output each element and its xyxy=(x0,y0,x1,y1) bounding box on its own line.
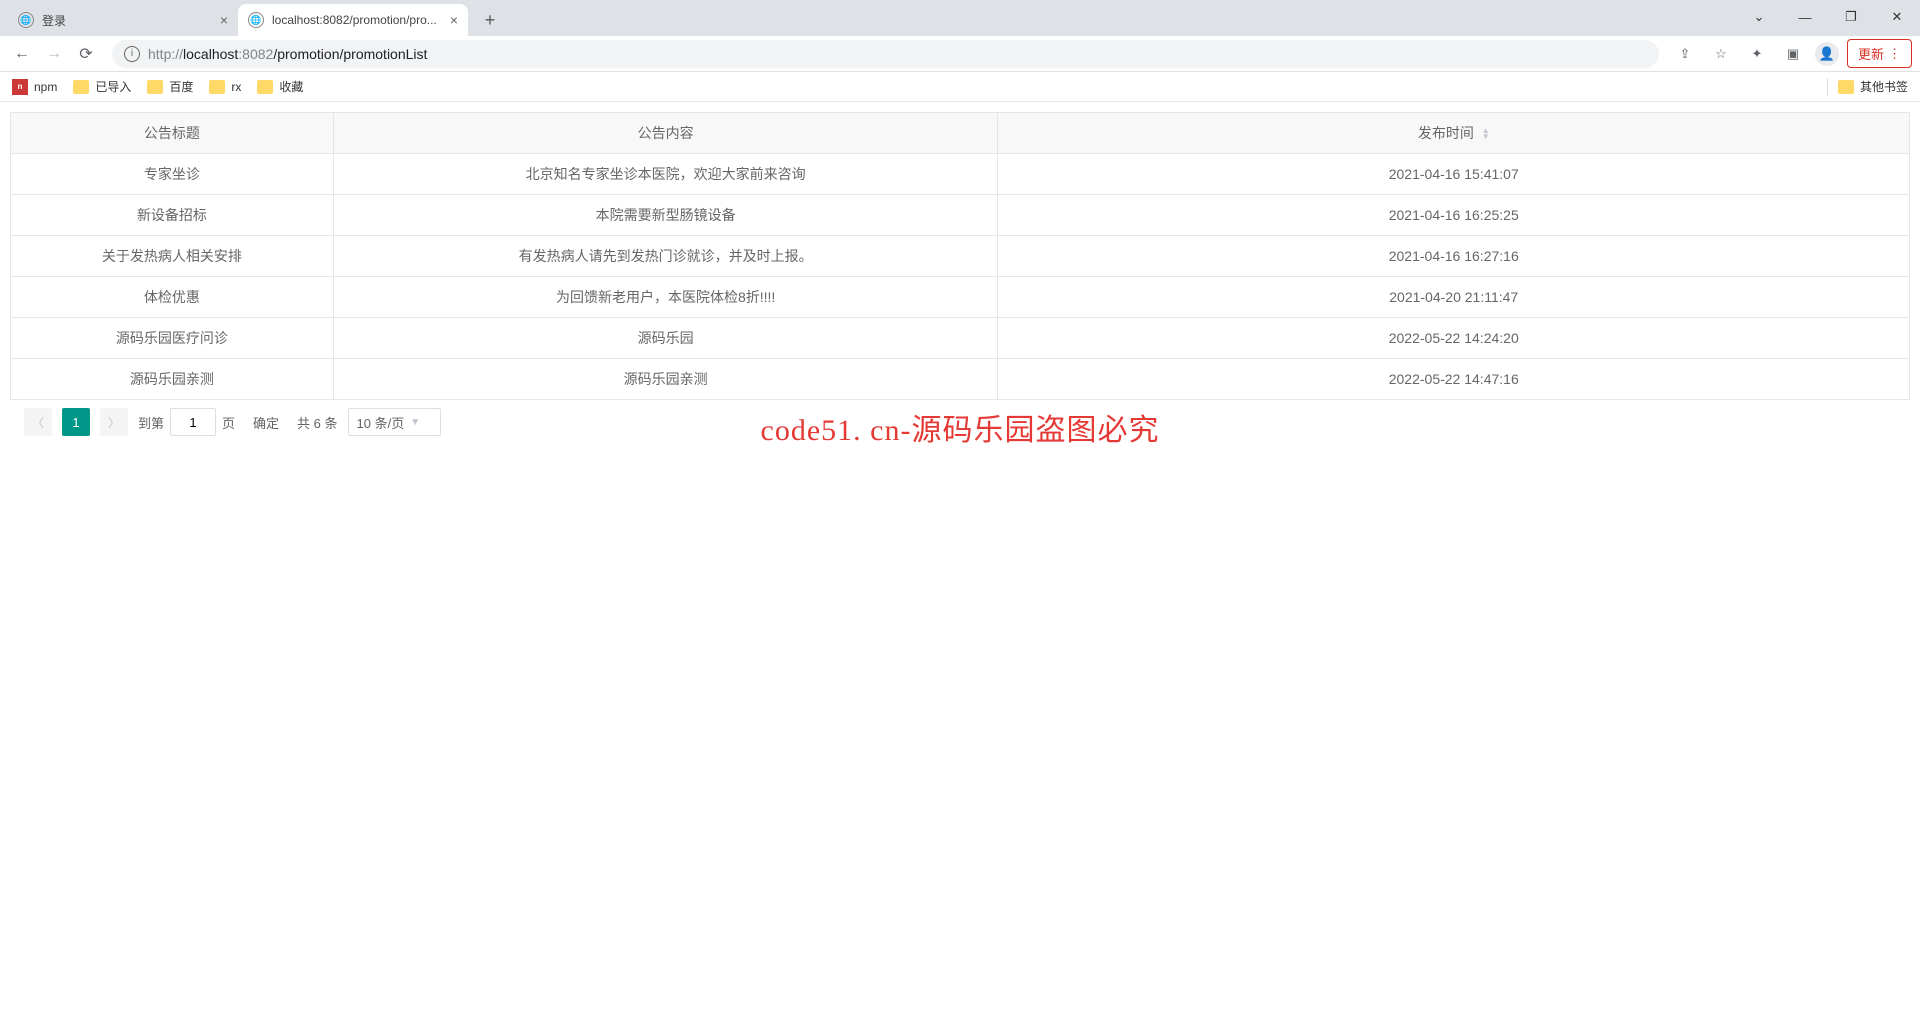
bookmark-label: 已导入 xyxy=(95,78,131,95)
confirm-button[interactable]: 确定 xyxy=(245,409,287,436)
goto-prefix: 到第 xyxy=(138,413,164,432)
new-tab-button[interactable]: + xyxy=(476,6,504,34)
col-title[interactable]: 公告标题 xyxy=(11,113,334,154)
info-icon[interactable]: i xyxy=(124,46,140,62)
cell-time: 2021-04-16 16:27:16 xyxy=(998,236,1910,277)
sort-icon[interactable]: ▲▼ xyxy=(1482,128,1490,140)
close-icon[interactable]: × xyxy=(450,12,458,28)
browser-tab[interactable]: 🌐 登录 × xyxy=(8,4,238,36)
forward-button[interactable]: → xyxy=(40,40,68,68)
share-icon[interactable]: ⇪ xyxy=(1671,40,1699,68)
cell-title: 源码乐园医疗问诊 xyxy=(11,318,334,359)
bookmark-favorites[interactable]: 收藏 xyxy=(257,78,303,95)
separator xyxy=(1827,78,1828,96)
table-row: 体检优惠为回馈新老用户，本医院体检8折!!!!2021-04-20 21:11:… xyxy=(11,277,1910,318)
next-page-button[interactable]: 〉 xyxy=(100,408,128,436)
bookmark-baidu[interactable]: 百度 xyxy=(147,78,193,95)
table-row: 源码乐园亲测源码乐园亲测2022-05-22 14:47:16 xyxy=(11,359,1910,400)
bookmark-npm[interactable]: n npm xyxy=(12,79,57,95)
total-count: 共 6 条 xyxy=(297,413,337,432)
close-icon[interactable]: × xyxy=(220,12,228,28)
bookmarks-bar: n npm 已导入 百度 rx 收藏 其他书签 xyxy=(0,72,1920,102)
cell-title: 新设备招标 xyxy=(11,195,334,236)
bookmark-label: rx xyxy=(231,80,241,94)
cell-title: 源码乐园亲测 xyxy=(11,359,334,400)
page-number[interactable]: 1 xyxy=(62,408,90,436)
col-time[interactable]: 发布时间 ▲▼ xyxy=(998,113,1910,154)
globe-icon: 🌐 xyxy=(18,12,34,28)
cell-content: 源码乐园 xyxy=(333,318,998,359)
sidepanel-icon[interactable]: ▣ xyxy=(1779,40,1807,68)
npm-icon: n xyxy=(12,79,28,95)
cell-content: 有发热病人请先到发热门诊就诊，并及时上报。 xyxy=(333,236,998,277)
tab-title: 登录 xyxy=(42,12,212,29)
cell-time: 2022-05-22 14:47:16 xyxy=(998,359,1910,400)
page-content: 公告标题 公告内容 发布时间 ▲▼ 专家坐诊北京知名专家坐诊本医院，欢迎大家前来… xyxy=(0,102,1920,454)
other-bookmarks[interactable]: 其他书签 xyxy=(1823,78,1908,96)
page-jump: 到第 页 xyxy=(138,408,235,436)
bookmark-rx[interactable]: rx xyxy=(209,80,241,94)
cell-time: 2021-04-20 21:11:47 xyxy=(998,277,1910,318)
globe-icon: 🌐 xyxy=(248,12,264,28)
cell-time: 2022-05-22 14:24:20 xyxy=(998,318,1910,359)
folder-icon xyxy=(209,80,225,94)
folder-icon xyxy=(73,80,89,94)
page-input[interactable] xyxy=(170,408,216,436)
folder-icon xyxy=(257,80,273,94)
table-header-row: 公告标题 公告内容 发布时间 ▲▼ xyxy=(11,113,1910,154)
update-label: 更新 xyxy=(1858,44,1884,63)
table-row: 源码乐园医疗问诊源码乐园2022-05-22 14:24:20 xyxy=(11,318,1910,359)
table-row: 专家坐诊北京知名专家坐诊本医院，欢迎大家前来咨询2021-04-16 15:41… xyxy=(11,154,1910,195)
extensions-icon[interactable]: ✦ xyxy=(1743,40,1771,68)
cell-time: 2021-04-16 16:25:25 xyxy=(998,195,1910,236)
minimize-button[interactable]: — xyxy=(1782,2,1828,32)
update-button[interactable]: 更新 ⋮ xyxy=(1847,39,1912,68)
col-content[interactable]: 公告内容 xyxy=(333,113,998,154)
cell-time: 2021-04-16 15:41:07 xyxy=(998,154,1910,195)
close-button[interactable]: ✕ xyxy=(1874,2,1920,32)
address-bar[interactable]: i http://localhost:8082/promotion/promot… xyxy=(112,40,1659,68)
prev-page-button[interactable]: 〈 xyxy=(24,408,52,436)
chevron-down-icon: ▼ xyxy=(410,417,420,428)
bookmark-label: npm xyxy=(34,80,57,94)
window-controls: ⌄ — ❐ ✕ xyxy=(1736,2,1920,32)
cell-content: 为回馈新老用户，本医院体检8折!!!! xyxy=(333,277,998,318)
goto-suffix: 页 xyxy=(222,413,235,432)
maximize-button[interactable]: ❐ xyxy=(1828,2,1874,32)
profile-icon[interactable]: 👤 xyxy=(1815,42,1839,66)
cell-content: 本院需要新型肠镜设备 xyxy=(333,195,998,236)
url-text: http://localhost:8082/promotion/promotio… xyxy=(148,46,427,62)
bookmark-label: 百度 xyxy=(169,78,193,95)
nav-right-controls: ⇪ ☆ ✦ ▣ 👤 更新 ⋮ xyxy=(1671,39,1912,68)
table-row: 新设备招标本院需要新型肠镜设备2021-04-16 16:25:25 xyxy=(11,195,1910,236)
per-page-select[interactable]: 10 条/页 ▼ xyxy=(348,408,442,436)
cell-title: 关于发热病人相关安排 xyxy=(11,236,334,277)
browser-tab-active[interactable]: 🌐 localhost:8082/promotion/pro... × xyxy=(238,4,468,36)
promotion-table: 公告标题 公告内容 发布时间 ▲▼ 专家坐诊北京知名专家坐诊本医院，欢迎大家前来… xyxy=(10,112,1910,400)
browser-nav-bar: ← → ⟳ i http://localhost:8082/promotion/… xyxy=(0,36,1920,72)
cell-content: 北京知名专家坐诊本医院，欢迎大家前来咨询 xyxy=(333,154,998,195)
reload-button[interactable]: ⟳ xyxy=(72,40,100,68)
cell-title: 专家坐诊 xyxy=(11,154,334,195)
table-row: 关于发热病人相关安排有发热病人请先到发热门诊就诊，并及时上报。2021-04-1… xyxy=(11,236,1910,277)
menu-dots-icon: ⋮ xyxy=(1888,46,1901,62)
other-bookmarks-label: 其他书签 xyxy=(1860,78,1908,95)
cell-content: 源码乐园亲测 xyxy=(333,359,998,400)
cell-title: 体检优惠 xyxy=(11,277,334,318)
folder-icon xyxy=(1838,80,1854,94)
watermark-text: code51. cn-源码乐园盗图必究 xyxy=(761,405,1160,449)
bookmark-label: 收藏 xyxy=(279,78,303,95)
chevron-down-icon[interactable]: ⌄ xyxy=(1736,2,1782,32)
browser-tab-strip: 🌐 登录 × 🌐 localhost:8082/promotion/pro...… xyxy=(0,0,1920,36)
back-button[interactable]: ← xyxy=(8,40,36,68)
folder-icon xyxy=(147,80,163,94)
tab-title: localhost:8082/promotion/pro... xyxy=(272,13,442,27)
star-icon[interactable]: ☆ xyxy=(1707,40,1735,68)
per-page-label: 10 条/页 xyxy=(357,413,405,432)
bookmark-imported[interactable]: 已导入 xyxy=(73,78,131,95)
